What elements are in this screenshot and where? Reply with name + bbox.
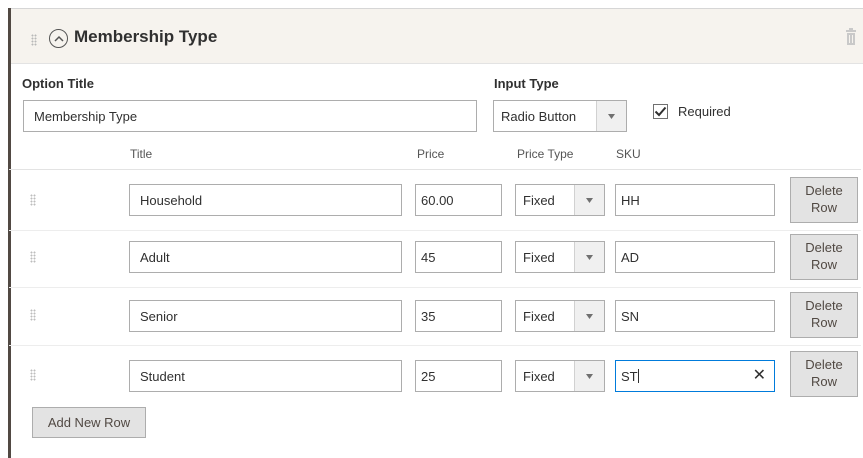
option-title-label: Option Title xyxy=(22,76,94,91)
select-arrow-icon xyxy=(574,361,604,391)
option-header: Membership Type xyxy=(11,8,863,64)
column-header-price-type: Price Type xyxy=(517,147,574,161)
option-header-title[interactable]: Membership Type xyxy=(74,27,217,47)
row-price-input[interactable]: 25 xyxy=(415,360,502,392)
collapse-chevron-up-icon[interactable] xyxy=(49,29,68,48)
select-arrow-icon xyxy=(574,242,604,272)
delete-row-button[interactable]: Delete Row xyxy=(790,351,858,397)
row-title-input[interactable]: Senior xyxy=(129,300,402,332)
clear-input-close-icon[interactable]: ✕ xyxy=(753,368,766,384)
row-title-input[interactable]: Adult xyxy=(129,241,402,273)
delete-row-button[interactable]: Delete Row xyxy=(790,234,858,280)
panel-left-border xyxy=(8,8,11,458)
delete-row-button[interactable]: Delete Row xyxy=(790,292,858,338)
required-label: Required xyxy=(678,104,731,119)
row-price-type-select[interactable]: Fixed xyxy=(515,300,605,332)
row-price-input[interactable]: 35 xyxy=(415,300,502,332)
select-arrow-icon xyxy=(574,185,604,215)
row-price-type-select[interactable]: Fixed xyxy=(515,184,605,216)
row-price-input[interactable]: 60.00 xyxy=(415,184,502,216)
add-new-row-button[interactable]: Add New Row xyxy=(32,407,146,438)
row-title-input[interactable]: Household xyxy=(129,184,402,216)
row-drag-handle-icon[interactable] xyxy=(30,369,36,381)
row-price-type-value: Fixed xyxy=(523,249,555,265)
row-price-type-value: Fixed xyxy=(523,368,555,384)
option-title-input[interactable]: Membership Type xyxy=(23,100,477,132)
row-price-type-select[interactable]: Fixed xyxy=(515,241,605,273)
row-drag-handle-icon[interactable] xyxy=(30,251,36,263)
required-checkbox[interactable] xyxy=(653,104,668,119)
row-sku-input[interactable]: SN xyxy=(615,300,775,332)
row-sku-input[interactable]: HH xyxy=(615,184,775,216)
row-sku-value: ST xyxy=(621,368,638,384)
row-price-input[interactable]: 45 xyxy=(415,241,502,273)
row-sku-input[interactable]: AD xyxy=(615,241,775,273)
input-type-value: Radio Button xyxy=(501,108,577,124)
row-divider xyxy=(9,230,861,231)
input-type-label: Input Type xyxy=(494,76,559,91)
delete-row-button[interactable]: Delete Row xyxy=(790,177,858,223)
row-price-type-select[interactable]: Fixed xyxy=(515,360,605,392)
column-header-sku: SKU xyxy=(616,147,641,161)
row-price-type-value: Fixed xyxy=(523,308,555,324)
select-arrow-icon xyxy=(574,301,604,331)
column-header-title: Title xyxy=(130,147,153,161)
trash-icon[interactable] xyxy=(845,28,857,46)
text-caret xyxy=(637,369,639,383)
row-title-input[interactable]: Student xyxy=(129,360,402,392)
column-header-price: Price xyxy=(417,147,445,161)
drag-handle-icon[interactable] xyxy=(31,34,37,46)
row-price-type-value: Fixed xyxy=(523,192,555,208)
row-divider xyxy=(9,345,861,346)
row-divider xyxy=(9,287,861,288)
input-type-select[interactable]: Radio Button xyxy=(493,100,627,132)
row-sku-input-focused[interactable]: ST ✕ xyxy=(615,360,775,392)
select-arrow-icon xyxy=(596,101,626,131)
row-drag-handle-icon[interactable] xyxy=(30,309,36,321)
row-drag-handle-icon[interactable] xyxy=(30,194,36,206)
